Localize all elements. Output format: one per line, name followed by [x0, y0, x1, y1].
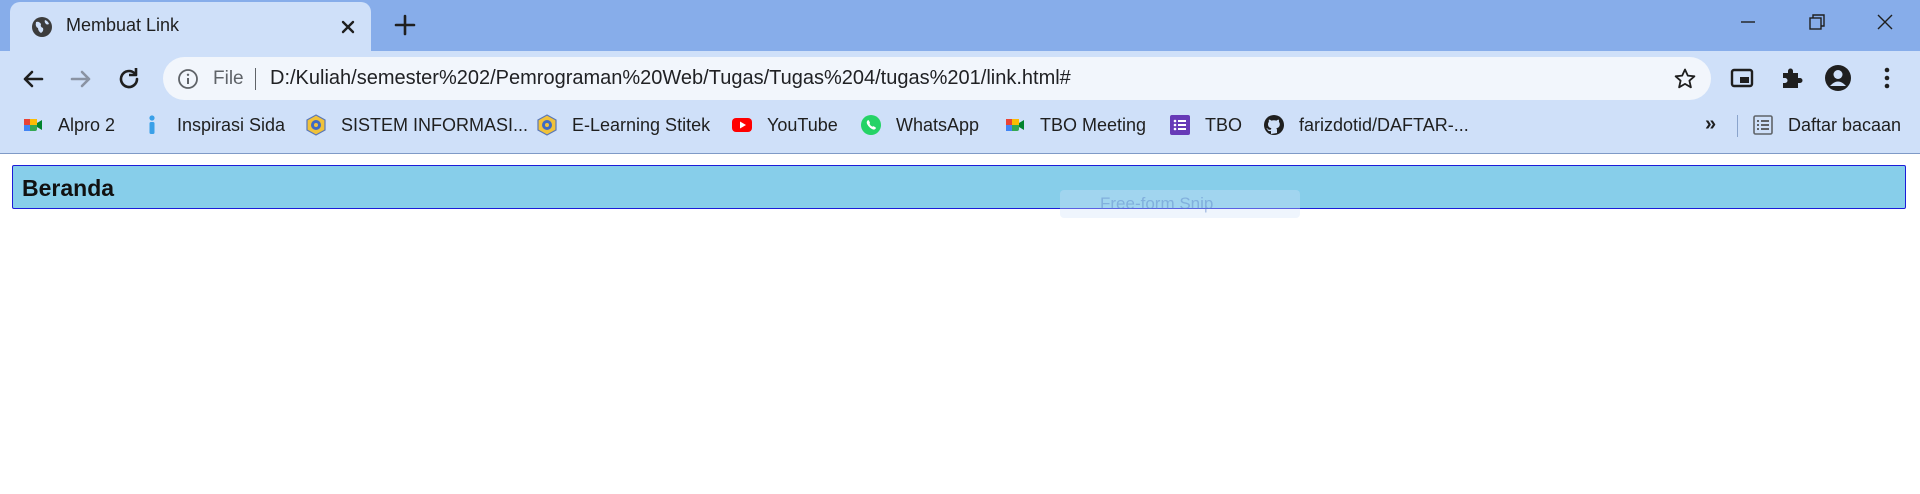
bookmark-youtube[interactable]: YouTube	[731, 107, 838, 143]
bookmark-whatsapp[interactable]: WhatsApp	[860, 107, 979, 143]
picture-in-picture-icon[interactable]	[1727, 63, 1757, 93]
reading-list-icon	[1752, 114, 1774, 136]
bookmark-label: TBO	[1205, 114, 1243, 135]
address-bar[interactable]: File D:/Kuliah/semester%202/Pemrograman%…	[163, 57, 1711, 100]
google-forms-icon	[1169, 114, 1191, 136]
campus-logo-icon	[305, 114, 327, 136]
snip-overlay: Free-form Snip	[1060, 190, 1300, 218]
bookmark-tbo-meeting[interactable]: TBO Meeting	[1004, 107, 1146, 143]
minimize-window-icon[interactable]	[1733, 10, 1763, 34]
browser-toolbar: File D:/Kuliah/semester%202/Pemrograman%…	[0, 51, 1920, 107]
bookmark-label: Inspirasi Sida	[177, 114, 286, 135]
bookmark-label: E-Learning Stitek	[572, 114, 711, 135]
bookmark-farizdotid-daftar[interactable]: farizdotid/DAFTAR-...	[1263, 107, 1469, 143]
bookmark-star-icon[interactable]	[1673, 67, 1697, 91]
snip-overlay-text: Free-form Snip	[1100, 194, 1214, 213]
menu-kebab-icon[interactable]	[1872, 63, 1902, 93]
scheme-label: File	[213, 68, 244, 89]
site-info-icon[interactable]	[177, 68, 199, 90]
bookmark-label: SISTEM INFORMASI...	[341, 114, 529, 135]
bookmark-label: farizdotid/DAFTAR-...	[1299, 114, 1469, 135]
globe-icon	[32, 17, 52, 37]
bookmarks-overflow-chevron-icon[interactable]: »	[1705, 113, 1716, 136]
forward-arrow-icon[interactable]	[66, 64, 96, 94]
bookmarks-separator	[1737, 115, 1738, 137]
bookmarks-bar: Alpro 2 Inspirasi Sida SISTEM INFORMASI.…	[0, 107, 1920, 154]
reading-list-label: Daftar bacaan	[1788, 114, 1902, 135]
github-icon	[1263, 114, 1285, 136]
youtube-icon	[731, 114, 753, 136]
bookmark-e-learning-stitek[interactable]: E-Learning Stitek	[536, 107, 710, 143]
reload-icon[interactable]	[114, 64, 144, 94]
new-tab-plus-icon[interactable]	[392, 12, 418, 38]
reading-list-button[interactable]: Daftar bacaan	[1752, 107, 1901, 143]
tab-strip: Membuat Link	[0, 0, 1920, 51]
extensions-puzzle-icon[interactable]	[1776, 63, 1806, 93]
info-bookmark-icon	[141, 114, 163, 136]
profile-avatar-icon[interactable]	[1823, 63, 1853, 93]
google-meet-icon	[22, 114, 44, 136]
tab-close-icon[interactable]	[337, 16, 359, 38]
bookmark-inspirasi-sida[interactable]: Inspirasi Sida	[141, 107, 285, 143]
bookmark-sistem-informasi[interactable]: SISTEM INFORMASI...	[305, 107, 528, 143]
bookmark-label: YouTube	[767, 114, 838, 135]
google-meet-icon	[1004, 114, 1026, 136]
back-arrow-icon[interactable]	[18, 64, 48, 94]
url-text[interactable]: D:/Kuliah/semester%202/Pemrograman%20Web…	[270, 67, 1071, 90]
tab-title: Membuat Link	[66, 15, 180, 35]
bookmark-label: Alpro 2	[58, 114, 116, 135]
page-header: Beranda	[12, 165, 1906, 209]
close-window-icon[interactable]	[1870, 10, 1900, 34]
campus-logo-icon	[536, 114, 558, 136]
whatsapp-icon	[860, 114, 882, 136]
bookmark-label: TBO Meeting	[1040, 114, 1147, 135]
restore-window-icon[interactable]	[1801, 10, 1831, 34]
bookmark-alpro-2[interactable]: Alpro 2	[22, 107, 115, 143]
page-title: Beranda	[22, 175, 115, 201]
tab-active[interactable]: Membuat Link	[10, 2, 371, 51]
bookmark-label: WhatsApp	[896, 114, 980, 135]
address-separator	[255, 68, 256, 90]
bookmark-tbo[interactable]: TBO	[1169, 107, 1242, 143]
